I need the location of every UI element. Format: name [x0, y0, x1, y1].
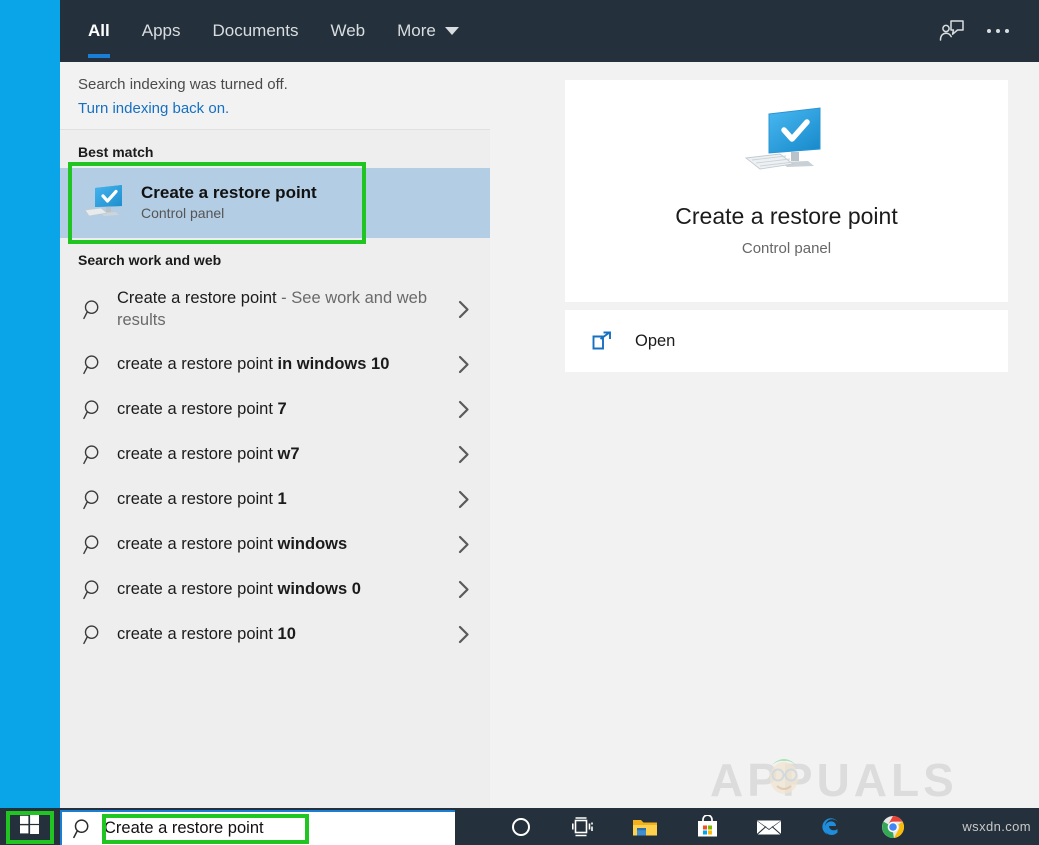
search-magnifier-icon	[83, 299, 117, 320]
search-magnifier-icon	[83, 399, 117, 420]
chevron-right-icon[interactable]	[450, 300, 478, 319]
best-match-section-title: Best match	[78, 144, 154, 160]
best-match-container: Create a restore point Control panel	[60, 162, 490, 244]
preview-action-open[interactable]: Open	[565, 310, 1008, 372]
suggestion-row[interactable]: create a restore point windows	[60, 522, 490, 567]
search-input-value: Create a restore point	[104, 819, 264, 837]
open-label: Open	[635, 331, 676, 350]
suggestion-row[interactable]: create a restore point 7	[60, 387, 490, 432]
suggestion-row[interactable]: create a restore point in windows 10	[60, 342, 490, 387]
tab-documents[interactable]: Documents	[196, 0, 314, 62]
suggestion-label: create a restore point 10	[117, 625, 296, 644]
chevron-right-icon[interactable]	[450, 355, 478, 374]
best-match-text: Create a restore point Control panel	[141, 182, 317, 224]
tab-apps[interactable]: Apps	[126, 0, 197, 62]
header-actions	[929, 8, 1039, 54]
search-magnifier-icon	[83, 489, 117, 510]
restore-point-monitor-icon	[83, 182, 125, 224]
chevron-right-icon[interactable]	[450, 490, 478, 509]
ellipsis-dots	[987, 29, 1009, 33]
search-tab-bar: All Apps Documents Web More	[60, 0, 1039, 62]
tab-more-label: More	[397, 21, 436, 40]
tab-more[interactable]: More	[381, 0, 475, 62]
tab-documents-label: Documents	[212, 21, 299, 40]
appuals-mascot-icon	[762, 748, 806, 798]
task-view-icon[interactable]	[552, 808, 614, 845]
suggestion-row[interactable]: create a restore point windows 0	[60, 567, 490, 612]
preview-card: Create a restore point Control panel	[565, 80, 1008, 302]
preview-title: Create a restore point	[675, 203, 898, 229]
tab-all[interactable]: All	[72, 0, 126, 62]
chevron-right-icon[interactable]	[450, 445, 478, 464]
appuals-watermark: APPUALS	[710, 754, 958, 806]
chevron-right-icon[interactable]	[450, 535, 478, 554]
search-work-and-web-section-title: Search work and web	[78, 252, 222, 268]
chevron-down-icon	[444, 27, 459, 35]
tab-web[interactable]: Web	[314, 0, 381, 62]
file-explorer-icon[interactable]	[614, 808, 676, 845]
taskbar-search-box[interactable]: Create a restore point	[60, 810, 455, 845]
suggestion-label: create a restore point w7	[117, 445, 300, 464]
indexing-notice: Search indexing was turned off. Turn ind…	[60, 62, 490, 130]
suggestion-list: Create a restore point - See work and we…	[60, 276, 490, 657]
chrome-icon[interactable]	[862, 808, 924, 845]
best-match-result-row[interactable]: Create a restore point Control panel	[60, 168, 490, 238]
windows-logo-icon	[19, 814, 39, 839]
microsoft-store-icon[interactable]	[676, 808, 738, 845]
best-match-title: Create a restore point	[141, 182, 317, 202]
open-external-icon	[591, 330, 621, 352]
best-match-subtitle: Control panel	[141, 205, 225, 222]
tab-web-label: Web	[330, 21, 366, 40]
turn-indexing-back-on-link[interactable]: Turn indexing back on.	[78, 100, 472, 117]
tab-all-label: All	[88, 21, 110, 40]
taskbar-icon-group	[490, 808, 924, 845]
preview-column: Create a restore point Control panel Ope…	[490, 62, 1039, 808]
tab-apps-label: Apps	[141, 21, 181, 40]
suggestion-label: create a restore point windows 0	[117, 580, 361, 599]
suggestion-row[interactable]: create a restore point 10	[60, 612, 490, 657]
suggestion-label: create a restore point 7	[117, 400, 287, 419]
preview-subtitle: Control panel	[741, 240, 832, 257]
taskbar: Create a restore point wsxdn.com	[0, 808, 1039, 845]
suggestion-label: create a restore point 1	[117, 490, 287, 509]
search-magnifier-icon	[83, 624, 117, 645]
chevron-right-icon[interactable]	[450, 625, 478, 644]
restore-point-monitor-icon	[744, 106, 830, 187]
suggestion-row[interactable]: create a restore point w7	[60, 432, 490, 477]
chevron-right-icon[interactable]	[450, 400, 478, 419]
mail-icon[interactable]	[738, 808, 800, 845]
suggestion-row[interactable]: create a restore point 1	[60, 477, 490, 522]
search-results-column: Search indexing was turned off. Turn ind…	[60, 62, 490, 808]
desktop-wallpaper-strip	[0, 0, 60, 808]
feedback-person-icon[interactable]	[929, 8, 975, 54]
suggestion-label: create a restore point windows	[117, 535, 348, 554]
search-magnifier-icon	[62, 818, 104, 839]
chevron-right-icon[interactable]	[450, 580, 478, 599]
search-flyout-panel: All Apps Documents Web More Search index…	[60, 0, 1039, 808]
search-magnifier-icon	[83, 534, 117, 555]
search-magnifier-icon	[83, 354, 117, 375]
ellipsis-icon[interactable]	[975, 8, 1021, 54]
indexing-notice-text: Search indexing was turned off.	[78, 76, 288, 93]
suggestion-label: create a restore point in windows 10	[117, 355, 390, 374]
suggestion-label: Create a restore point - See work and we…	[117, 288, 428, 329]
suggestion-row[interactable]: Create a restore point - See work and we…	[60, 276, 490, 342]
search-magnifier-icon	[83, 444, 117, 465]
cortana-icon[interactable]	[490, 808, 552, 845]
search-magnifier-icon	[83, 579, 117, 600]
wsxdn-watermark: wsxdn.com	[962, 819, 1031, 834]
edge-icon[interactable]	[800, 808, 862, 845]
start-button[interactable]	[0, 808, 58, 845]
